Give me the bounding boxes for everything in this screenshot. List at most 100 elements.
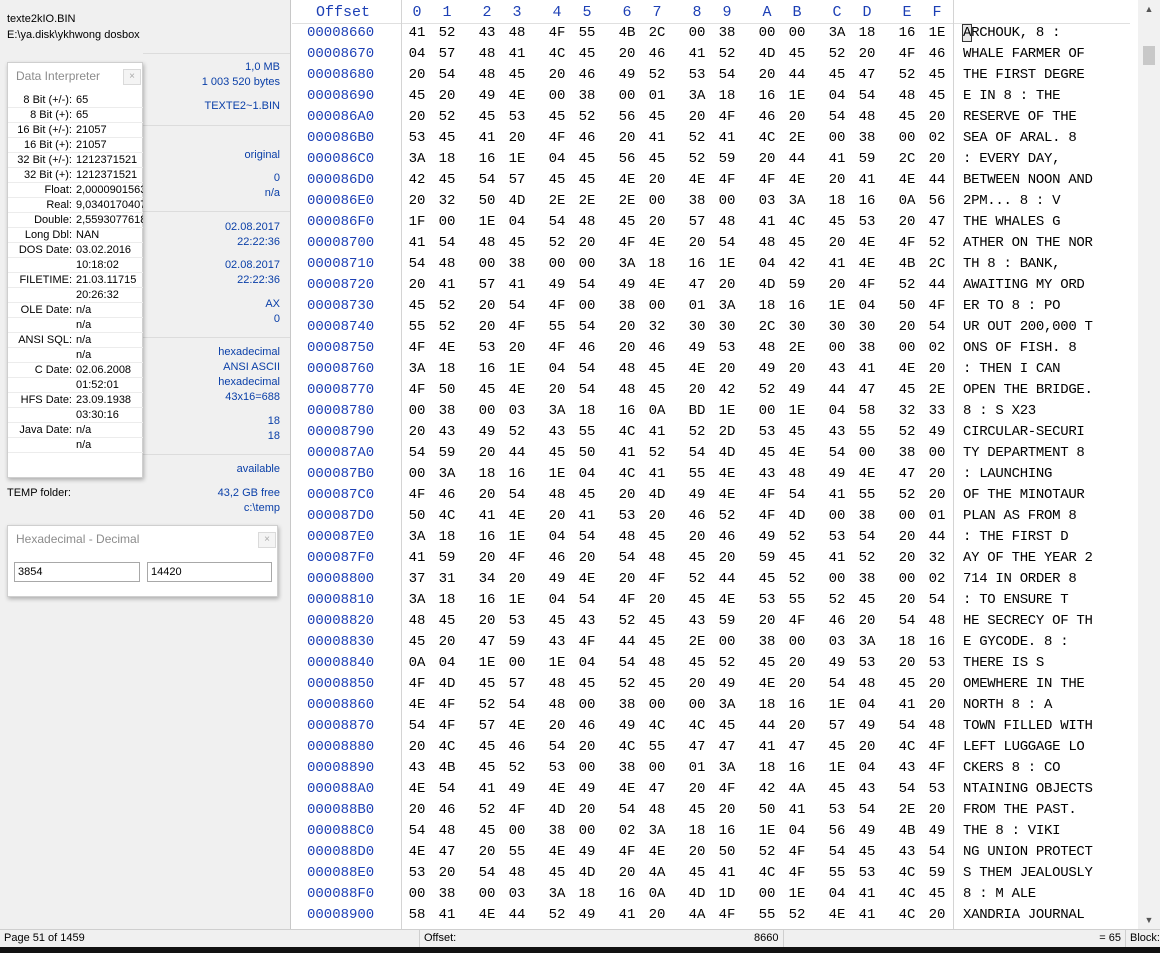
hex-byte[interactable]: 3A (406, 149, 428, 170)
hex-byte[interactable]: 00 (896, 569, 918, 590)
hex-byte[interactable]: 20 (616, 338, 638, 359)
hex-byte[interactable]: 48 (616, 359, 638, 380)
hex-byte[interactable]: 52 (756, 842, 778, 863)
hex-byte[interactable]: 38 (506, 254, 528, 275)
hex-byte[interactable]: 20 (616, 44, 638, 65)
hex-row[interactable]: 00008780 00 38 00 03 3A 18 16 0A BD 1E 00 1E 04 58 32 33… (292, 401, 1130, 422)
row-text-ascii[interactable]: CIRCULAR-SECURI (963, 422, 1085, 443)
hex-byte[interactable]: 00 (926, 443, 948, 464)
hex-byte[interactable]: 38 (856, 569, 878, 590)
hex-byte[interactable]: 4D (506, 191, 528, 212)
hex-byte[interactable]: 45 (646, 527, 668, 548)
hex-byte[interactable]: 4C (646, 716, 668, 737)
row-text-ascii[interactable]: OF THE MINOTAUR (963, 485, 1085, 506)
hex-row[interactable]: 00008760 3A 18 16 1E 04 54 48 45 4E 20 49 20 43 41 4E 20… (292, 359, 1130, 380)
hex-byte[interactable]: 55 (686, 464, 708, 485)
hex-byte[interactable]: 41 (686, 44, 708, 65)
hex-byte[interactable]: 54 (826, 674, 848, 695)
hex-byte[interactable]: 45 (576, 44, 598, 65)
hex-byte[interactable]: 54 (716, 233, 738, 254)
hex-byte[interactable]: 4F (406, 338, 428, 359)
hex-byte[interactable]: 58 (406, 905, 428, 926)
hex-byte[interactable]: 3A (786, 191, 808, 212)
hex-byte[interactable]: 4F (576, 632, 598, 653)
hex-byte[interactable]: 50 (756, 800, 778, 821)
hex-byte[interactable]: 52 (716, 653, 738, 674)
hex-row[interactable]: 00008800 37 31 34 20 49 4E 20 4F 52 44 45 52 00 38 00 02… (292, 569, 1130, 590)
hex-byte[interactable]: 3A (716, 758, 738, 779)
hex-byte[interactable]: 00 (646, 296, 668, 317)
hex-byte[interactable]: 47 (856, 65, 878, 86)
hex-byte[interactable]: 3A (546, 884, 568, 905)
hex-byte[interactable]: 47 (436, 842, 458, 863)
hex-byte[interactable]: 32 (896, 401, 918, 422)
hex-byte[interactable]: 59 (856, 149, 878, 170)
hex-byte[interactable]: 20 (546, 506, 568, 527)
hex-byte[interactable]: 55 (576, 23, 598, 44)
hex-byte[interactable]: 53 (716, 338, 738, 359)
hex-byte[interactable]: 4E (576, 569, 598, 590)
hex-byte[interactable]: 0A (646, 401, 668, 422)
hex-byte[interactable]: 43 (686, 611, 708, 632)
hex-byte[interactable]: 44 (616, 632, 638, 653)
hex-byte[interactable]: 4C (436, 506, 458, 527)
hex-byte[interactable]: 1E (716, 401, 738, 422)
hex-byte[interactable]: 41 (826, 485, 848, 506)
hex-byte[interactable]: 48 (406, 611, 428, 632)
hex-byte[interactable]: 16 (616, 401, 638, 422)
hex-byte[interactable]: 20 (896, 212, 918, 233)
hex-byte[interactable]: 20 (786, 359, 808, 380)
hex-byte[interactable]: 41 (856, 170, 878, 191)
row-text-ascii[interactable]: TH 8 : BANK, (963, 254, 1061, 275)
hex-byte[interactable]: 49 (716, 674, 738, 695)
hex-byte[interactable]: 4C (756, 863, 778, 884)
hex-byte[interactable]: 38 (686, 191, 708, 212)
hex-byte[interactable]: 50 (476, 191, 498, 212)
hex-byte[interactable]: 4F (786, 611, 808, 632)
hex-byte[interactable]: 4E (506, 380, 528, 401)
hex-byte[interactable]: 46 (546, 548, 568, 569)
hex-byte[interactable]: 20 (476, 317, 498, 338)
hex-row[interactable]: 00008730 45 52 20 54 4F 00 38 00 01 3A 18 16 1E 04 50 4F… (292, 296, 1130, 317)
hex-byte[interactable]: 46 (646, 338, 668, 359)
hex-byte[interactable]: 4D (756, 44, 778, 65)
hex-byte[interactable]: 48 (476, 65, 498, 86)
hex-byte[interactable]: 02 (926, 128, 948, 149)
hex-byte[interactable]: 48 (756, 233, 778, 254)
hex-byte[interactable]: 20 (506, 338, 528, 359)
hex-byte[interactable]: 20 (896, 653, 918, 674)
hex-byte[interactable]: 45 (406, 632, 428, 653)
hex-byte[interactable]: 4F (896, 44, 918, 65)
hex-byte[interactable]: 20 (616, 569, 638, 590)
hex-byte[interactable]: 20 (926, 695, 948, 716)
hex-byte[interactable]: 52 (616, 674, 638, 695)
hex-row[interactable]: 00008880 20 4C 45 46 54 20 4C 55 47 47 41 47 45 20 4C 4F… (292, 737, 1130, 758)
hex-byte[interactable]: 54 (896, 611, 918, 632)
hex-byte[interactable]: 41 (616, 905, 638, 926)
hex-byte[interactable]: 41 (826, 254, 848, 275)
hex-byte[interactable]: 2C (646, 23, 668, 44)
hex-byte[interactable]: 00 (506, 653, 528, 674)
hex-row[interactable]: 00008740 55 52 20 4F 55 54 20 32 30 30 2C 30 30 30 20 54… (292, 317, 1130, 338)
hex-byte[interactable]: 45 (786, 548, 808, 569)
row-text-ascii[interactable]: XANDRIA JOURNAL (963, 905, 1085, 926)
hex-byte[interactable]: 4F (716, 905, 738, 926)
hex-byte[interactable]: 18 (896, 632, 918, 653)
hex-byte[interactable]: 20 (826, 275, 848, 296)
hex-byte[interactable]: 4D (546, 800, 568, 821)
hex-byte[interactable]: 4F (786, 842, 808, 863)
hex-byte[interactable]: 59 (716, 611, 738, 632)
hex-byte[interactable]: 41 (406, 233, 428, 254)
row-text-ascii[interactable]: TY DEPARTMENT 8 (963, 443, 1085, 464)
hex-byte[interactable]: 4B (436, 758, 458, 779)
hex-byte[interactable]: 2E (926, 380, 948, 401)
hex-byte[interactable]: 20 (686, 842, 708, 863)
hex-byte[interactable]: 01 (926, 506, 948, 527)
hex-byte[interactable]: 45 (896, 107, 918, 128)
hex-byte[interactable]: 49 (826, 464, 848, 485)
hex-byte[interactable]: 47 (686, 737, 708, 758)
hex-row[interactable]: 000088E0 53 20 54 48 45 4D 20 4A 45 41 4C 4F 55 53 4C 59… (292, 863, 1130, 884)
hex-byte[interactable]: 38 (576, 86, 598, 107)
hex-byte[interactable]: 4F (856, 275, 878, 296)
hex-byte[interactable]: 00 (826, 128, 848, 149)
